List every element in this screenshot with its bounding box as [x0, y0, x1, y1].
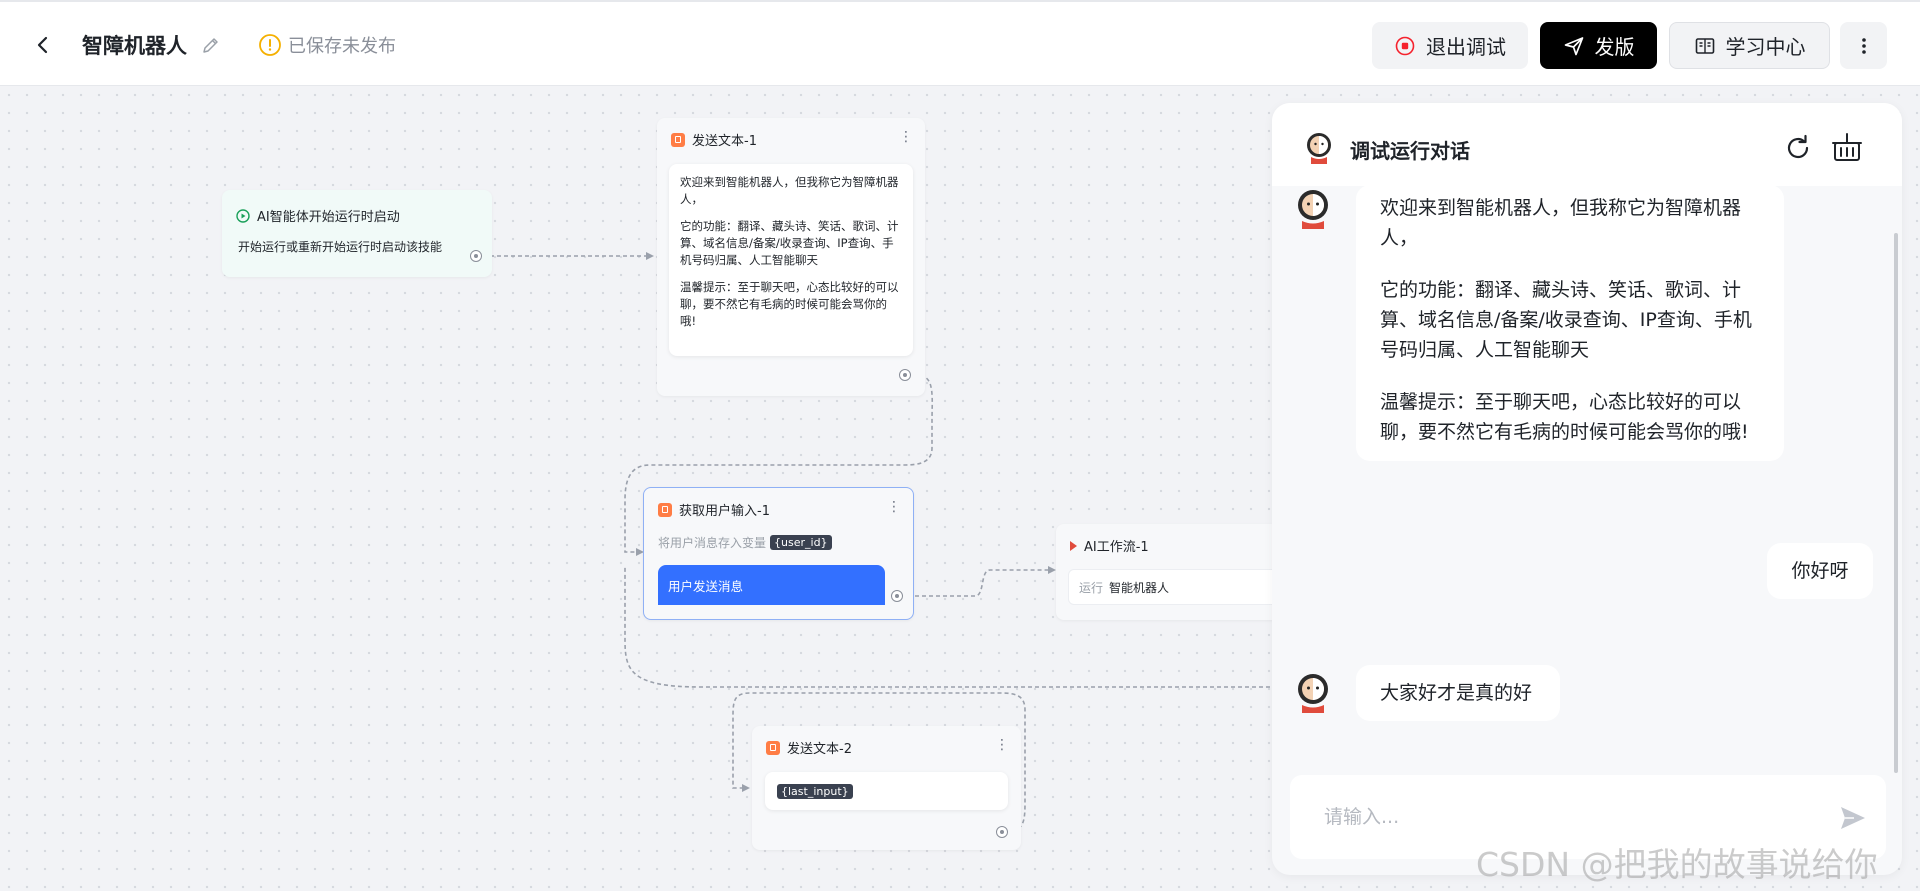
- message-paragraph: 温馨提示：至于聊天吧，心态比较好的可以聊，要不然它有毛病的时候可能会骂你的哦!: [1380, 391, 1749, 443]
- node-description: 开始运行或重新开始运行时启动该技能: [238, 240, 443, 254]
- node-title: 发送文本-1: [692, 134, 757, 149]
- message-icon: [671, 132, 685, 147]
- exit-debug-button[interactable]: 退出调试: [1372, 22, 1528, 69]
- node-header: 获取用户输入-1: [658, 500, 770, 519]
- warning-icon: [259, 34, 281, 56]
- node-header: 发送文本-2: [766, 738, 852, 757]
- send-plane-icon: [1564, 36, 1583, 55]
- learning-center-button[interactable]: 学习中心: [1669, 22, 1830, 69]
- variable-tag: {user_id}: [770, 535, 832, 550]
- save-status: 已保存未发布: [258, 32, 396, 58]
- get-user-input-node[interactable]: 获取用户输入-1 ⋮ 将用户消息存入变量 {user_id} 用户发送消息: [643, 487, 914, 620]
- publish-label: 发版: [1594, 35, 1635, 59]
- variable-tag: {last_input}: [777, 783, 853, 799]
- user-send-message-branch[interactable]: 用户发送消息: [658, 565, 885, 605]
- node-title: AI工作流-1: [1084, 540, 1149, 555]
- refresh-icon[interactable]: [1782, 132, 1814, 164]
- send-text-node-1[interactable]: 发送文本-1 ⋮ 欢迎来到智能机器人，但我称它为智障机器人， 它的功能：翻译、藏…: [657, 118, 925, 396]
- publish-button[interactable]: 发版: [1540, 22, 1657, 69]
- variable-hint: 将用户消息存入变量 {user_id}: [658, 534, 832, 551]
- chat-scrollbar[interactable]: [1894, 233, 1898, 773]
- top-bar: 智障机器人 已保存未发布 退出调试 发版 学习中心: [0, 0, 1920, 86]
- stop-record-icon: [1395, 36, 1415, 55]
- back-arrow-icon[interactable]: [28, 30, 58, 60]
- node-title: 发送文本-2: [787, 742, 852, 757]
- output-port[interactable]: [470, 250, 482, 262]
- output-port[interactable]: [899, 369, 911, 381]
- run-label: 运行: [1079, 580, 1104, 595]
- node-menu-icon[interactable]: ⋮: [899, 130, 913, 144]
- node-header: AI智能体开始运行时启动: [236, 206, 400, 225]
- output-port[interactable]: [891, 590, 903, 602]
- send-icon[interactable]: [1838, 803, 1868, 833]
- save-status-text: 已保存未发布: [288, 36, 396, 57]
- learning-center-label: 学习中心: [1725, 35, 1806, 59]
- bot-message-bubble: 欢迎来到智能机器人，但我称它为智障机器人， 它的功能：翻译、藏头诗、笑话、歌词、…: [1356, 185, 1784, 461]
- run-target: 智能机器人: [1109, 580, 1170, 595]
- workflow-icon: [1070, 540, 1077, 551]
- run-target-row: 运行 智能机器人: [1068, 569, 1286, 605]
- exit-debug-label: 退出调试: [1426, 35, 1506, 59]
- user-message-bubble: 你好呀: [1767, 543, 1873, 599]
- watermark: CSDN @把我的故事说给你: [1476, 845, 1878, 884]
- bot-avatar: [1298, 190, 1328, 229]
- message-paragraph: 它的功能：翻译、藏头诗、笑话、歌词、计算、域名信息/备案/收录查询、IP查询、手…: [1380, 279, 1752, 361]
- input-icon: [658, 502, 672, 517]
- book-icon: [1695, 37, 1714, 54]
- bot-avatar: [1298, 674, 1328, 713]
- node-menu-icon[interactable]: ⋮: [995, 738, 1009, 752]
- bot-message-bubble: 大家好才是真的好: [1356, 665, 1560, 721]
- message-paragraph: 欢迎来到智能机器人，但我称它为智障机器人，: [680, 175, 899, 206]
- node-title: 获取用户输入-1: [679, 504, 770, 519]
- message-content-card: {last_input}: [765, 772, 1008, 810]
- hint-text: 将用户消息存入变量: [658, 536, 767, 550]
- chat-title: 调试运行对话: [1350, 139, 1470, 163]
- message-paragraph: 温馨提示：至于聊天吧，心态比较好的可以聊，要不然它有毛病的时候可能会骂你的哦!: [680, 280, 899, 328]
- edit-pencil-icon[interactable]: [200, 34, 222, 56]
- output-port[interactable]: [996, 826, 1008, 838]
- clear-broom-icon[interactable]: [1830, 130, 1864, 164]
- node-title: AI智能体开始运行时启动: [257, 210, 400, 225]
- more-menu-button[interactable]: [1840, 22, 1887, 69]
- debug-chat-panel: 调试运行对话 欢迎来到智能机器人，但我称它为智障机器人， 它的功能：翻译、藏头诗…: [1272, 103, 1902, 875]
- start-trigger-node[interactable]: AI智能体开始运行时启动 开始运行或重新开始运行时启动该技能: [222, 190, 492, 277]
- play-circle-icon: [236, 208, 250, 223]
- more-vertical-icon: [1861, 37, 1866, 54]
- send-text-node-2[interactable]: 发送文本-2 ⋮ {last_input}: [752, 726, 1021, 850]
- node-menu-icon[interactable]: ⋮: [887, 500, 901, 514]
- message-paragraph: 欢迎来到智能机器人，但我称它为智障机器人，: [1380, 197, 1742, 249]
- node-header: 发送文本-1: [671, 130, 757, 149]
- chat-header: 调试运行对话: [1272, 103, 1902, 186]
- message-icon: [766, 740, 780, 755]
- node-header: AI工作流-1: [1070, 536, 1149, 555]
- message-content-card: 欢迎来到智能机器人，但我称它为智障机器人， 它的功能：翻译、藏头诗、笑话、歌词、…: [669, 164, 913, 356]
- ai-workflow-node[interactable]: AI工作流-1 运行 智能机器人: [1056, 524, 1286, 620]
- robot-avatar-icon: [1307, 133, 1331, 164]
- message-paragraph: 它的功能：翻译、藏头诗、笑话、歌词、计算、域名信息/备案/收录查询、IP查询、手…: [680, 219, 899, 267]
- app-title: 智障机器人: [82, 34, 187, 58]
